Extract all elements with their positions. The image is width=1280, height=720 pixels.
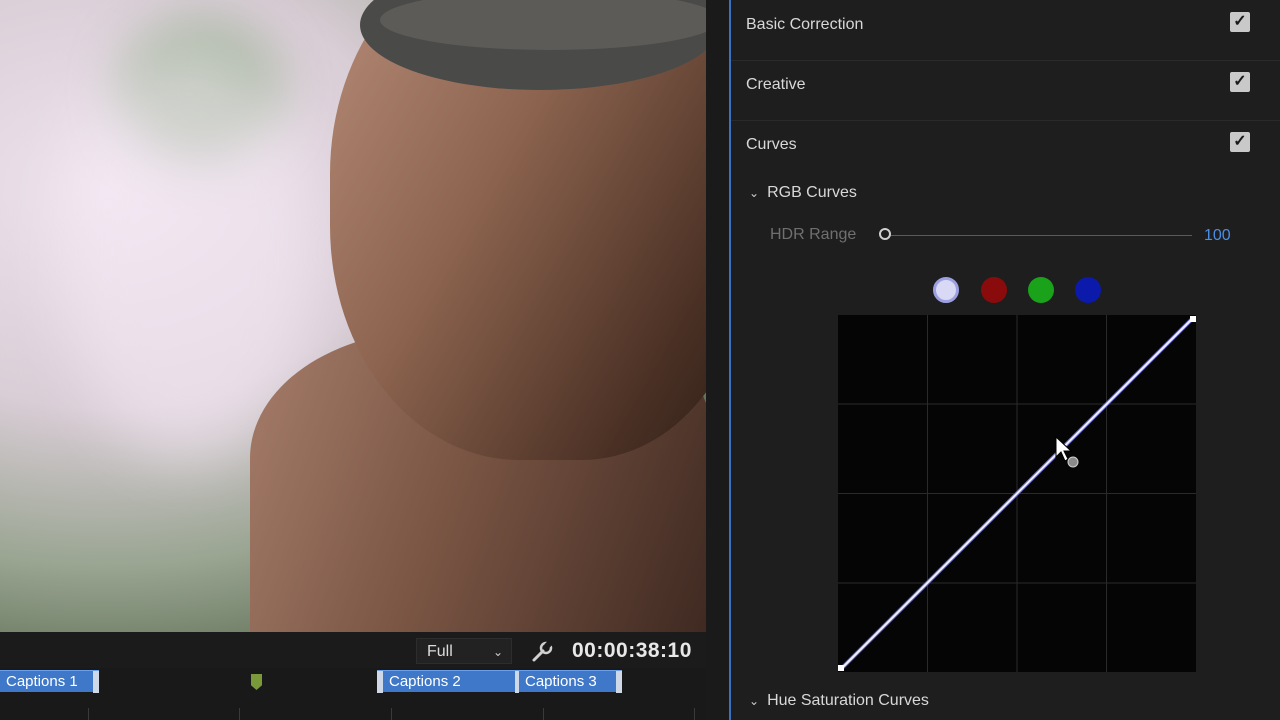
curve-point-white[interactable]: [1190, 316, 1196, 322]
chevron-down-icon: ⌄: [749, 694, 760, 708]
caption-clip[interactable]: Captions 2: [377, 670, 515, 693]
enable-checkbox[interactable]: ✓: [1230, 12, 1250, 32]
section-curves[interactable]: Curves ✓: [731, 120, 1280, 180]
caption-clip[interactable]: Captions 3: [515, 670, 622, 693]
time-ruler[interactable]: [0, 704, 706, 720]
hdr-range-value[interactable]: 100: [1204, 227, 1231, 245]
rgb-curves-label: RGB Curves: [767, 184, 857, 201]
blue-channel-button[interactable]: [1075, 277, 1101, 303]
clip-start-handle[interactable]: [377, 671, 383, 693]
red-channel-button[interactable]: [981, 277, 1007, 303]
clip-end-handle[interactable]: [93, 671, 99, 693]
program-monitor-preview[interactable]: [0, 0, 706, 632]
resolution-select[interactable]: Full ⌄: [416, 638, 512, 664]
caption-clip-label: Captions 3: [525, 673, 597, 690]
wrench-icon[interactable]: [530, 640, 554, 664]
section-creative[interactable]: Creative ✓: [731, 60, 1280, 121]
hdr-range-slider-thumb[interactable]: [879, 228, 891, 240]
section-label: Basic Correction: [746, 16, 864, 33]
section-label: Curves: [746, 136, 797, 153]
enable-checkbox[interactable]: ✓: [1230, 72, 1250, 92]
green-channel-button[interactable]: [1028, 277, 1054, 303]
curve-point-black[interactable]: [838, 665, 844, 671]
chevron-down-icon: ⌄: [749, 186, 760, 200]
rgb-curves-header[interactable]: ⌄ RGB Curves: [749, 184, 857, 202]
enable-checkbox[interactable]: ✓: [1230, 132, 1250, 152]
chevron-down-icon: ⌄: [492, 645, 503, 659]
section-basic-correction[interactable]: Basic Correction ✓: [731, 0, 1280, 61]
clip-start-handle[interactable]: [515, 671, 519, 693]
hue-saturation-curves-label: Hue Saturation Curves: [767, 692, 929, 709]
luma-channel-button[interactable]: [933, 277, 959, 303]
hdr-range-slider-track[interactable]: [886, 235, 1192, 236]
rgb-curve-graph[interactable]: [838, 315, 1196, 672]
section-label: Creative: [746, 76, 806, 93]
caption-clip[interactable]: Captions 1: [0, 670, 99, 693]
lumetri-color-panel: Basic Correction ✓ Creative ✓ Curves ✓ ⌄…: [731, 0, 1280, 720]
clip-end-handle[interactable]: [616, 671, 622, 693]
caption-clip-label: Captions 1: [6, 673, 78, 690]
caption-clip-label: Captions 2: [389, 673, 461, 690]
hue-saturation-curves-header[interactable]: ⌄ Hue Saturation Curves: [749, 692, 929, 710]
playhead-timecode[interactable]: 00:00:38:10: [572, 638, 692, 664]
resolution-value: Full: [427, 643, 453, 660]
hdr-range-label: HDR Range: [770, 226, 857, 243]
